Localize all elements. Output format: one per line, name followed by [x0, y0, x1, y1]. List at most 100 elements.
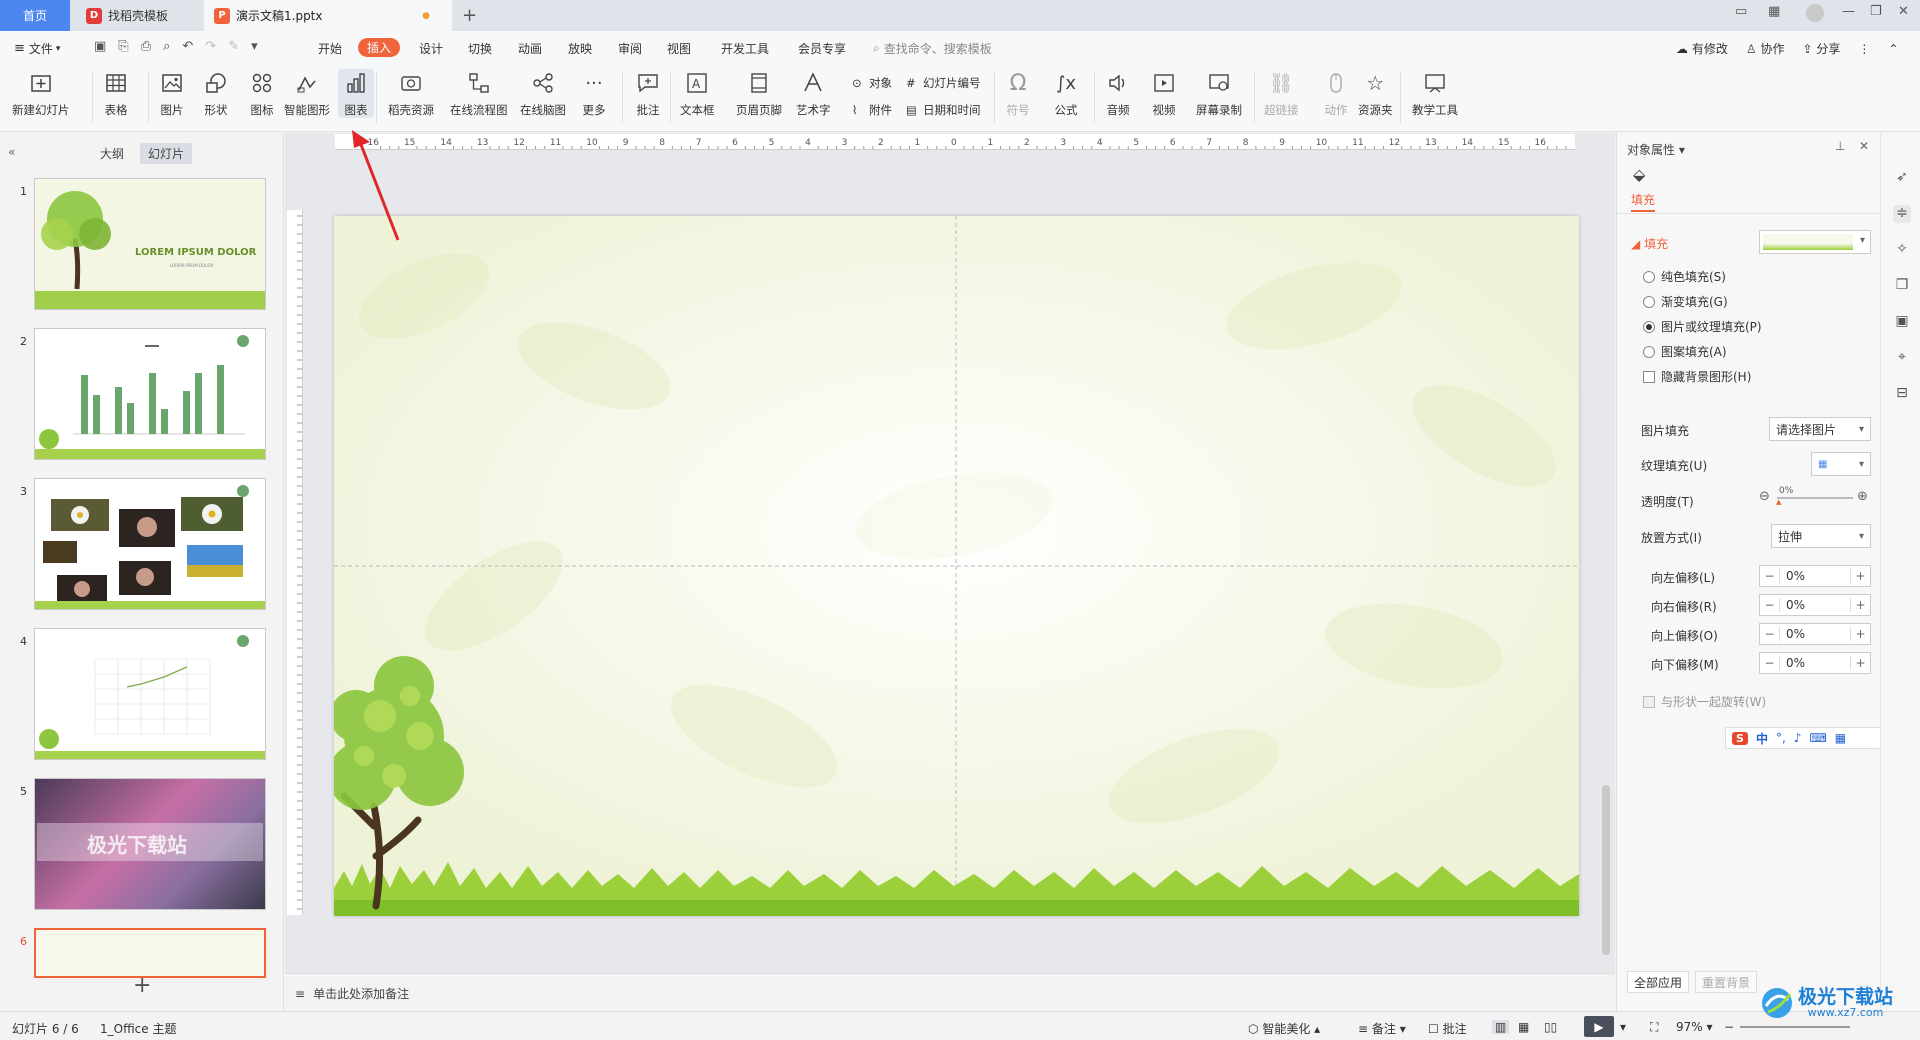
icon-button[interactable]: 图标: [248, 69, 276, 118]
book-icon[interactable]: ⊟: [1893, 385, 1911, 403]
docer-resource-button[interactable]: 稻壳资源: [388, 69, 434, 118]
notes-placeholder[interactable]: 单击此处添加备注: [313, 985, 409, 1002]
slide-thumbnail-2[interactable]: [34, 328, 266, 460]
screen-record-button[interactable]: 屏幕录制: [1196, 69, 1242, 118]
offset-bottom-stepper[interactable]: −0% +: [1759, 652, 1871, 674]
slide-sorter-button[interactable]: ▦: [1518, 1020, 1529, 1034]
object-button[interactable]: ⊙ 对象: [852, 75, 892, 91]
new-tab-button[interactable]: +: [462, 5, 477, 26]
slide-number-button[interactable]: # 幻灯片编号: [906, 75, 981, 91]
theme-name[interactable]: 1_Office 主题: [100, 1020, 176, 1037]
increment-button[interactable]: +: [1850, 627, 1870, 641]
grid-icon[interactable]: ▦: [1768, 4, 1780, 19]
collaborate-button[interactable]: ♙ 协作: [1746, 40, 1785, 57]
undo-icon[interactable]: ↶: [182, 39, 193, 54]
animation-star-icon[interactable]: ✧: [1893, 241, 1911, 259]
tab-document[interactable]: P 演示文稿1.pptx ●: [204, 0, 452, 31]
table-button[interactable]: 表格: [102, 69, 130, 118]
notes-toggle-button[interactable]: ≡ 备注 ▾: [1358, 1020, 1406, 1037]
tab-home[interactable]: 首页: [0, 0, 70, 31]
datetime-button[interactable]: ▤ 日期和时间: [906, 102, 981, 118]
decrement-button[interactable]: −: [1760, 656, 1780, 670]
transparency-slider[interactable]: ⊖ ▲ 0% ⊕: [1759, 486, 1871, 508]
play-slideshow-button[interactable]: ▶: [1584, 1016, 1614, 1037]
shape-button[interactable]: 形状: [202, 69, 230, 118]
zoom-slider[interactable]: [1740, 1026, 1850, 1028]
offset-top-input[interactable]: 0%: [1780, 627, 1805, 641]
slideshow-options-icon[interactable]: ▾: [1620, 1020, 1626, 1034]
audio-button[interactable]: 音频: [1104, 69, 1132, 118]
decrement-button[interactable]: −: [1760, 569, 1780, 583]
restore-icon[interactable]: ❐: [1870, 4, 1882, 19]
slide-thumbnail-3[interactable]: [34, 478, 266, 610]
slide-thumbnail-5[interactable]: 极光下载站: [34, 778, 266, 910]
header-footer-button[interactable]: 页眉页脚: [736, 69, 782, 118]
tab-slides[interactable]: 幻灯片: [140, 143, 193, 164]
tab-review[interactable]: 审阅: [618, 40, 642, 57]
export-pdf-icon[interactable]: ⎘: [118, 39, 128, 54]
slide-canvas[interactable]: [334, 216, 1579, 916]
tab-member[interactable]: 会员专享: [798, 40, 846, 57]
apply-all-button[interactable]: 全部应用: [1627, 971, 1690, 993]
slide-thumbnail-4[interactable]: [34, 628, 266, 760]
zoom-level[interactable]: 97% ▾: [1676, 1020, 1713, 1034]
offset-top-stepper[interactable]: −0% +: [1759, 623, 1871, 645]
offset-right-input[interactable]: 0%: [1780, 598, 1805, 612]
decrement-button[interactable]: −: [1760, 627, 1780, 641]
checkbox-hide-bg[interactable]: 隐藏背景图形(H): [1643, 368, 1751, 385]
comments-toggle-button[interactable]: ☐ 批注: [1428, 1020, 1467, 1037]
notes-bar[interactable]: ≡ 单击此处添加备注: [285, 973, 1615, 1011]
teaching-tools-button[interactable]: 教学工具: [1412, 69, 1458, 118]
slider-thumb[interactable]: ▲: [1776, 498, 1781, 506]
placement-dropdown[interactable]: 拉伸: [1771, 524, 1871, 548]
properties-sliders-icon[interactable]: ≑: [1893, 205, 1911, 223]
fit-window-icon[interactable]: ⛶: [1650, 1020, 1658, 1035]
tab-slideshow[interactable]: 放映: [568, 40, 592, 57]
smart-art-button[interactable]: 智能图形: [284, 69, 330, 118]
slide-thumbnail-6[interactable]: [34, 928, 266, 978]
normal-view-button[interactable]: ▥: [1492, 1020, 1510, 1034]
offset-bottom-input[interactable]: 0%: [1780, 656, 1805, 670]
pin-icon[interactable]: ⊥: [1835, 139, 1845, 153]
radio-pattern-fill[interactable]: 图案填充(A): [1643, 343, 1727, 360]
image-icon[interactable]: ▣: [1893, 313, 1911, 331]
action-button[interactable]: 动作: [1322, 69, 1350, 118]
tab-design[interactable]: 设计: [419, 40, 443, 57]
formula-button[interactable]: ∫x 公式: [1052, 69, 1080, 118]
vertical-scrollbar[interactable]: [1602, 785, 1610, 955]
rocket-icon[interactable]: ➶: [1893, 169, 1911, 187]
more-options-icon[interactable]: ⋮: [1858, 42, 1870, 56]
radio-gradient-fill[interactable]: 渐变填充(G): [1643, 293, 1728, 310]
fill-section-header[interactable]: ◢ 填充: [1631, 235, 1668, 252]
online-flowchart-button[interactable]: 在线流程图: [450, 69, 508, 118]
tab-developer[interactable]: 开发工具: [721, 40, 769, 57]
command-search[interactable]: ⌕ 查找命令、搜索模板: [873, 40, 992, 57]
tab-template[interactable]: D 找稻壳模板: [72, 0, 200, 31]
ime-toolbar[interactable]: S 中 °, ♪ ⌨ ▦: [1725, 727, 1881, 749]
picture-fill-dropdown[interactable]: 请选择图片: [1769, 417, 1871, 441]
copy-icon[interactable]: ❐: [1893, 277, 1911, 295]
increment-button[interactable]: +: [1850, 569, 1870, 583]
symbol-button[interactable]: Ω 符号: [1004, 69, 1032, 118]
textbox-button[interactable]: A 文本框: [680, 69, 715, 118]
revision-button[interactable]: ☁ 有修改: [1676, 40, 1728, 57]
redo-icon[interactable]: ↷: [205, 39, 216, 54]
customize-icon[interactable]: ▾: [251, 39, 258, 54]
tab-fill[interactable]: 填充: [1631, 191, 1656, 212]
new-slide-button[interactable]: 新建幻灯片: [12, 69, 70, 118]
radio-picture-fill[interactable]: 图片或纹理填充(P): [1643, 318, 1762, 335]
tab-start[interactable]: 开始: [318, 40, 342, 57]
video-button[interactable]: 视频: [1150, 69, 1178, 118]
slide-thumbnail-1[interactable]: LOREM IPSUM DOLOR LOREM IPSUM DOLOR: [34, 178, 266, 310]
command-search-input[interactable]: 查找命令、搜索模板: [884, 40, 992, 57]
print-preview-icon[interactable]: ⌕: [163, 39, 170, 54]
format-painter-icon[interactable]: ✎: [228, 39, 239, 54]
offset-left-input[interactable]: 0%: [1780, 569, 1805, 583]
collapse-pane-icon[interactable]: «: [8, 145, 15, 159]
tab-animation[interactable]: 动画: [518, 40, 542, 57]
resource-folder-button[interactable]: ☆ 资源夹: [1358, 69, 1393, 118]
online-mindmap-button[interactable]: 在线脑图: [520, 69, 566, 118]
texture-fill-dropdown[interactable]: ▦: [1811, 452, 1871, 476]
offset-right-stepper[interactable]: −0% +: [1759, 594, 1871, 616]
tab-insert[interactable]: 插入: [358, 38, 401, 57]
